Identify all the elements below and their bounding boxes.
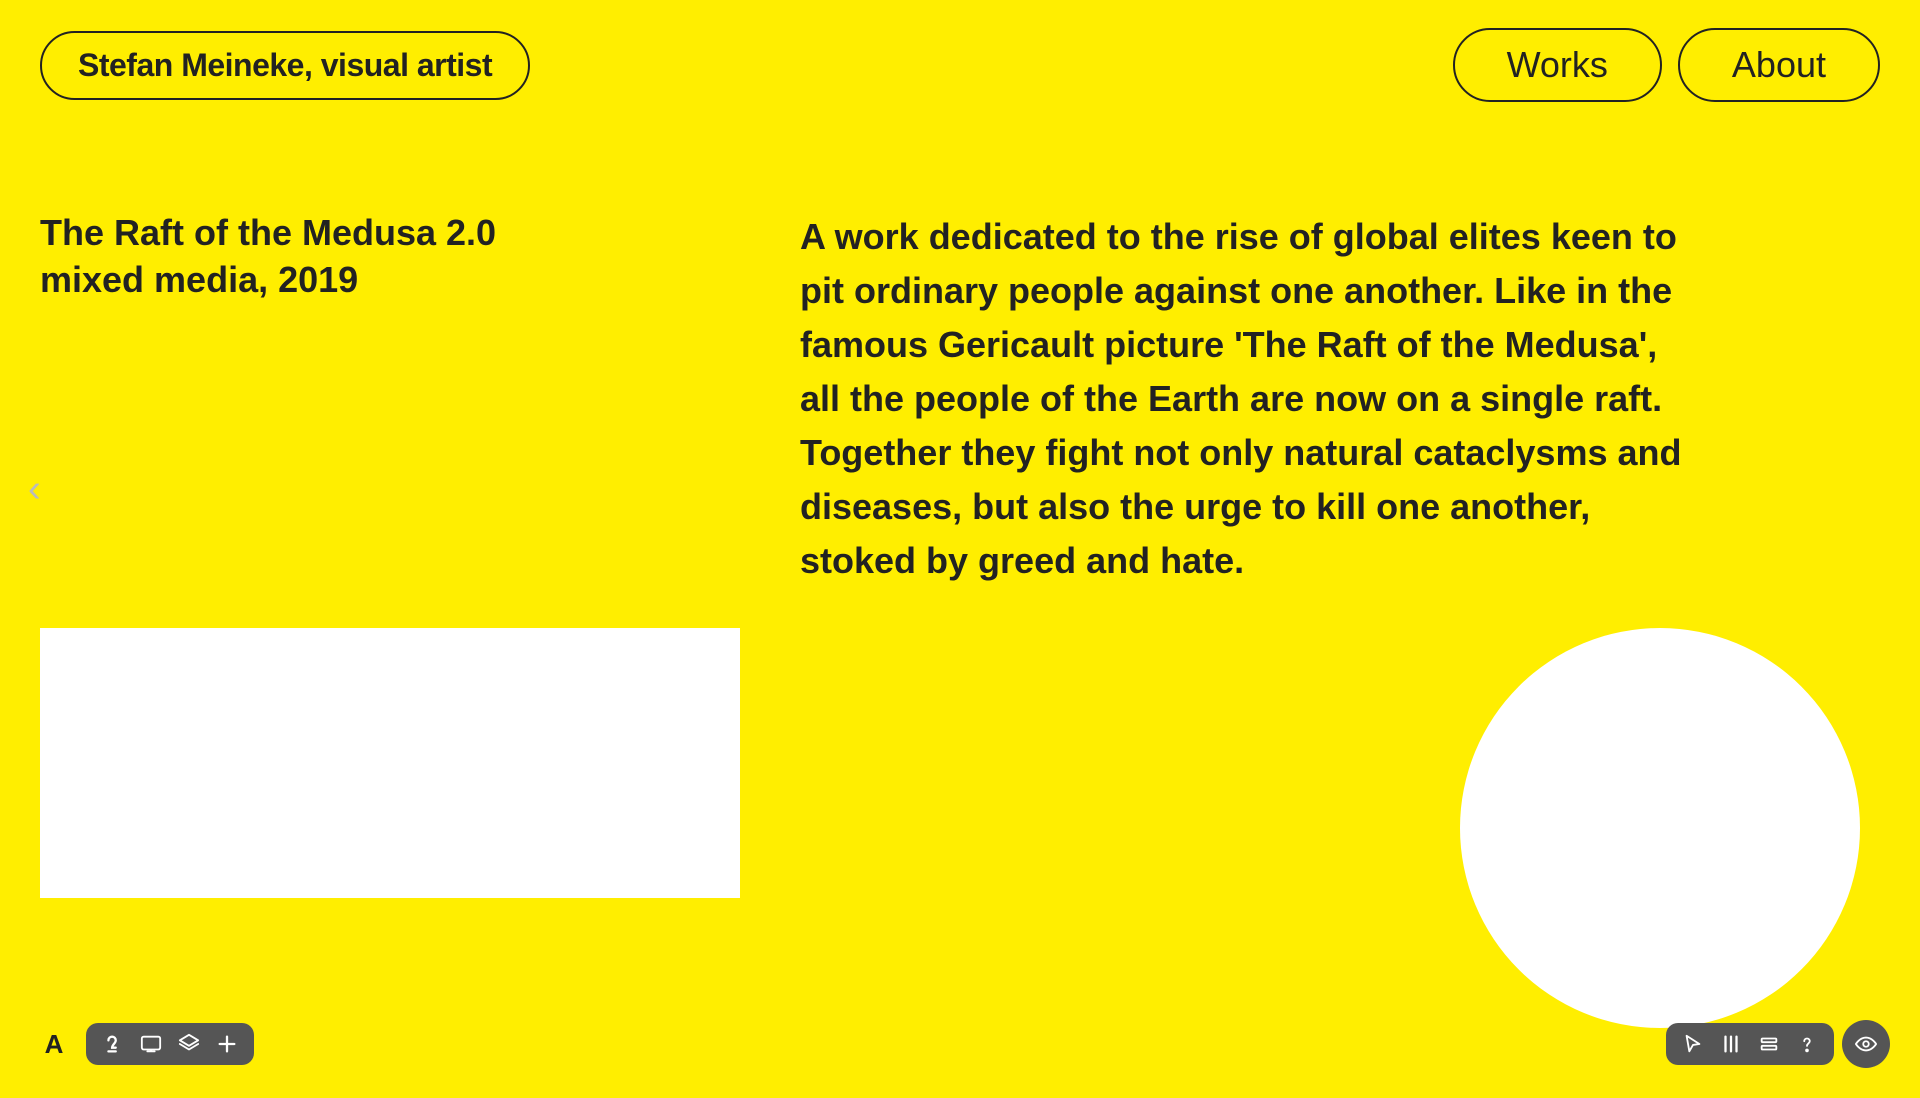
main-content: The Raft of the Medusa 2.0 mixed media, … — [0, 130, 1920, 1028]
artwork-description: A work dedicated to the rise of global e… — [800, 210, 1700, 588]
toolbar-icon-cursor[interactable] — [1682, 1033, 1704, 1055]
toolbar-icon-help[interactable] — [1796, 1033, 1818, 1055]
toolbar-icon-screen[interactable] — [140, 1033, 162, 1055]
toolbar-icon-plus[interactable] — [216, 1033, 238, 1055]
toolbar-letter-a: A — [30, 1020, 78, 1068]
artwork-image-right-container — [780, 628, 1880, 1028]
works-nav-button[interactable]: Works — [1453, 28, 1662, 102]
toolbar-icon-eye-button[interactable] — [1842, 1020, 1890, 1068]
artwork-title: The Raft of the Medusa 2.0 — [40, 210, 740, 257]
toolbar-group-left — [86, 1023, 254, 1065]
toolbar-icon-align[interactable] — [1758, 1033, 1780, 1055]
toolbar-icon-2[interactable] — [102, 1033, 124, 1055]
toolbar-right — [1666, 1020, 1890, 1068]
toolbar-group-right — [1666, 1023, 1834, 1065]
left-column: The Raft of the Medusa 2.0 mixed media, … — [40, 210, 740, 588]
toolbar-icon-layers[interactable] — [178, 1033, 200, 1055]
logo-button[interactable]: Stefan Meineke, visual artist — [40, 31, 530, 100]
artwork-image-circle — [1460, 628, 1860, 1028]
prev-arrow-button[interactable]: ‹ — [28, 470, 41, 508]
images-row — [0, 628, 1920, 1028]
artwork-medium: mixed media, 2019 — [40, 257, 740, 304]
toolbar-left: A — [30, 1020, 254, 1068]
artwork-image-left — [40, 628, 740, 898]
about-nav-button[interactable]: About — [1678, 28, 1880, 102]
header: Stefan Meineke, visual artist Works Abou… — [0, 0, 1920, 130]
nav-buttons: Works About — [1453, 28, 1880, 102]
toolbar-icon-vertical-bars[interactable] — [1720, 1033, 1742, 1055]
right-column: A work dedicated to the rise of global e… — [780, 210, 1880, 588]
